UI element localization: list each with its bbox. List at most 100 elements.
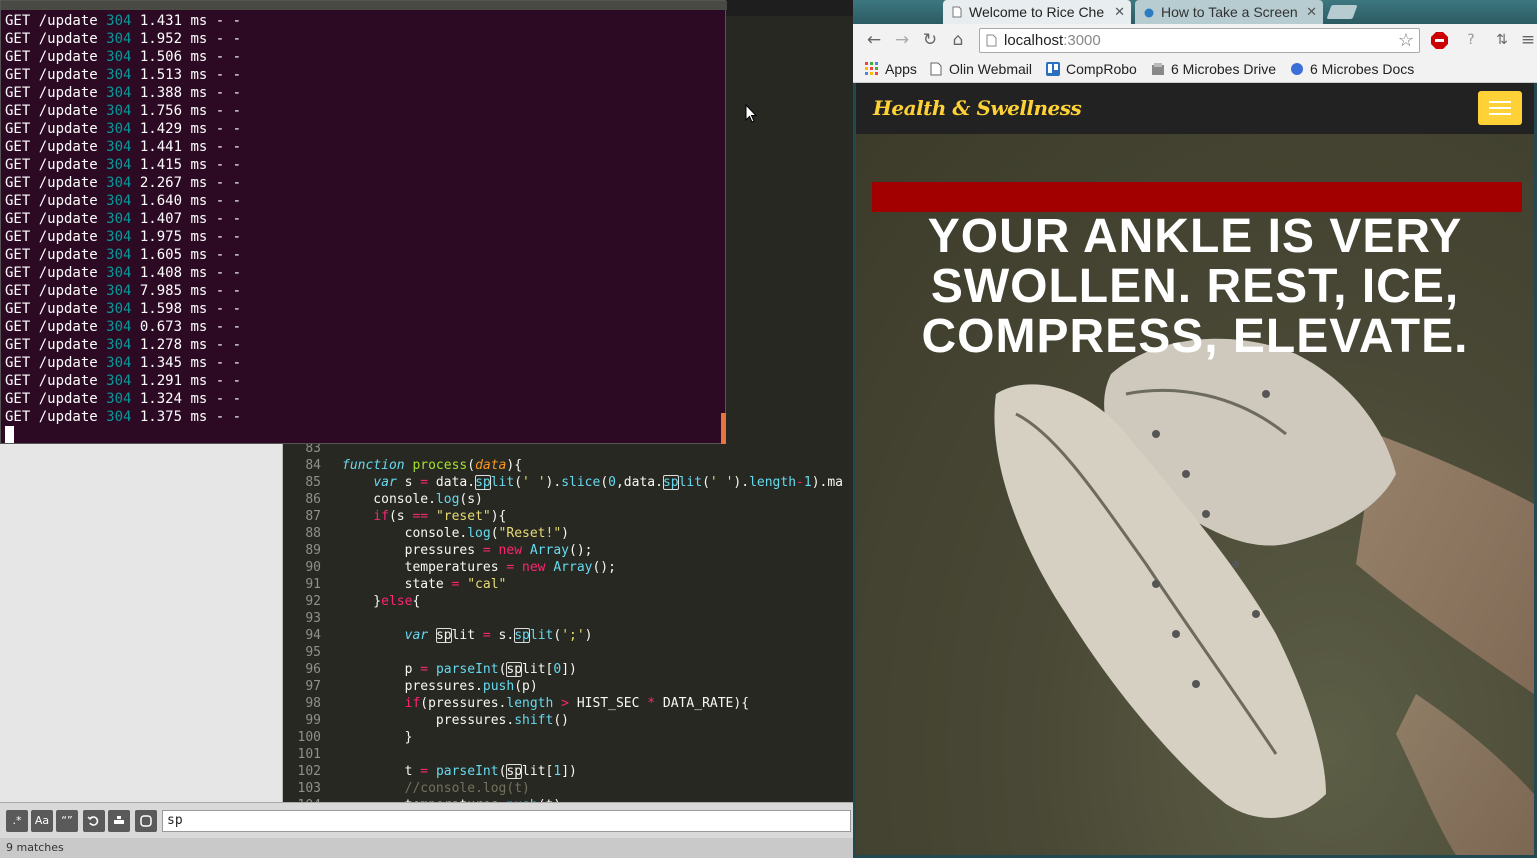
code-token: sp <box>435 628 452 643</box>
hamburger-menu-icon[interactable] <box>1478 91 1522 125</box>
log-time: 1.407 ms - - <box>131 211 242 227</box>
log-time: 1.640 ms - - <box>131 193 242 209</box>
code-token: sp <box>514 628 530 643</box>
back-arrow-icon[interactable]: ← <box>863 29 885 51</box>
highlight-matches-toggle-button[interactable] <box>135 810 157 832</box>
log-method: GET /update <box>5 265 107 281</box>
code-line[interactable]: console.log("Reset!") <box>342 525 569 542</box>
bookmark-olin-webmail[interactable]: Olin Webmail <box>929 57 1032 81</box>
code-line[interactable]: pressures.push(p) <box>342 678 538 695</box>
log-time: 1.388 ms - - <box>131 85 242 101</box>
code-line[interactable]: //console.log(t) <box>342 780 530 797</box>
in-selection-toggle-button[interactable] <box>108 810 130 832</box>
find-input[interactable]: sp <box>162 810 851 832</box>
extension-arrows-icon[interactable]: ⇅ <box>1491 29 1513 51</box>
code-token: ( <box>600 475 609 490</box>
code-token: new <box>498 543 523 558</box>
whole-word-toggle-button[interactable]: “” <box>56 810 78 832</box>
terminal-log-line: GET /update 304 1.291 ms - - <box>5 372 241 390</box>
code-token: ' ' <box>522 475 546 490</box>
code-line[interactable]: state = "cal" <box>342 576 507 593</box>
bookmark-microbes-drive[interactable]: 6 Microbes Drive <box>1151 57 1276 81</box>
code-line[interactable]: p = parseInt(split[0]) <box>342 661 577 678</box>
line-number: 99 <box>305 713 321 728</box>
terminal-window[interactable]: GET /update 304 1.431 ms - - GET /update … <box>0 0 727 444</box>
code-line[interactable]: console.log(s) <box>342 491 483 508</box>
menu-icon[interactable]: ≡ <box>1517 29 1537 51</box>
close-tab-icon[interactable]: ✕ <box>1114 0 1125 24</box>
forward-arrow-icon[interactable]: → <box>891 29 913 51</box>
code-line[interactable]: function process(data){ <box>342 457 522 474</box>
code-token: temperatures <box>342 560 507 575</box>
code-line[interactable]: t = parseInt(split[1]) <box>342 763 577 780</box>
reload-icon[interactable]: ↻ <box>919 29 941 51</box>
code-token: parseInt <box>435 662 499 677</box>
status-bar: 9 matches <box>0 838 853 858</box>
code-token: ' ' <box>709 475 734 490</box>
code-token: (pressures. <box>420 696 507 711</box>
editor-tab-bar <box>726 0 853 16</box>
bookmark-microbes-docs[interactable]: 6 Microbes Docs <box>1290 57 1414 81</box>
tab-label: Welcome to Rice Che <box>969 4 1105 20</box>
close-tab-icon[interactable]: ✕ <box>1306 0 1317 24</box>
code-token: = <box>420 475 429 490</box>
log-status-code: 304 <box>106 355 132 371</box>
line-number: 84 <box>305 458 321 473</box>
home-icon[interactable]: ⌂ <box>947 29 969 51</box>
tab-welcome[interactable]: Welcome to Rice Che ✕ <box>943 0 1131 24</box>
bookmark-star-icon[interactable]: ☆ <box>1398 29 1414 52</box>
case-sensitive-toggle-button[interactable]: Aa <box>31 810 53 832</box>
log-status-code: 304 <box>106 157 132 173</box>
code-token: new <box>522 560 546 575</box>
code-line[interactable]: pressures = new Array(); <box>342 542 593 559</box>
terminal-scrollbar[interactable] <box>721 413 726 444</box>
log-status-code: 304 <box>106 193 132 209</box>
code-token: process <box>412 458 468 473</box>
bookmark-apps[interactable]: Apps <box>865 57 917 81</box>
code-token: (p) <box>514 679 538 694</box>
log-status-code: 304 <box>106 13 132 29</box>
code-line[interactable]: } <box>342 729 413 746</box>
adblock-icon[interactable] <box>1430 31 1449 50</box>
bookmark-comprobo[interactable]: CompRobo <box>1046 57 1137 81</box>
code-line[interactable]: }else{ <box>342 593 420 610</box>
code-line[interactable]: temperatures = new Array(); <box>342 559 616 576</box>
code-token: console. <box>342 526 468 541</box>
site-brand[interactable]: Health & Swellness <box>873 94 1082 122</box>
code-line[interactable]: pressures.shift() <box>342 712 569 729</box>
wrap-toggle-button[interactable] <box>83 810 105 832</box>
log-method: GET /update <box>5 283 107 299</box>
terminal-log-line: GET /update 304 1.441 ms - - <box>5 138 241 156</box>
tab-screenshot-howto[interactable]: How to Take a Screen ✕ <box>1135 0 1323 24</box>
docs-icon <box>1291 63 1303 75</box>
regex-toggle-button[interactable]: .* <box>6 810 28 832</box>
bookmarks-bar: Apps Olin Webmail CompRobo 6 Microbes Dr… <box>853 57 1537 83</box>
new-tab-button[interactable] <box>1326 5 1358 19</box>
terminal-titlebar[interactable] <box>1 1 727 10</box>
code-area[interactable]: function process(data){ var s = data.spl… <box>333 440 853 802</box>
code-line[interactable]: var s = data.split(' ').slice(0,data.spl… <box>342 474 843 491</box>
log-method: GET /update <box>5 337 107 353</box>
help-icon[interactable]: ? <box>1460 29 1482 51</box>
bookmark-label: CompRobo <box>1066 61 1137 77</box>
log-status-code: 304 <box>106 103 132 119</box>
code-line[interactable]: if(pressures.length > HIST_SEC * DATA_RA… <box>342 695 749 712</box>
terminal-log-line: GET /update 304 1.407 ms - - <box>5 210 241 228</box>
code-token: s. <box>490 628 515 643</box>
trello-icon <box>1046 62 1060 76</box>
editor-sidebar[interactable] <box>0 440 283 802</box>
hero-headline: YOUR ANKLE IS VERY SWOLLEN. REST, ICE, C… <box>921 210 1469 363</box>
code-line[interactable]: var split = s.split(';') <box>342 627 593 644</box>
log-status-code: 304 <box>106 301 132 317</box>
address-bar[interactable]: localhost:3000 ☆ <box>979 28 1420 53</box>
code-line[interactable]: if(s == "reset"){ <box>342 508 506 525</box>
line-number: 95 <box>305 645 321 660</box>
terminal-log-line: GET /update 304 1.431 ms - - <box>5 12 241 30</box>
code-token: ,data. <box>615 475 663 490</box>
code-token: = <box>420 662 429 677</box>
terminal-log-line: GET /update 304 1.952 ms - - <box>5 30 241 48</box>
